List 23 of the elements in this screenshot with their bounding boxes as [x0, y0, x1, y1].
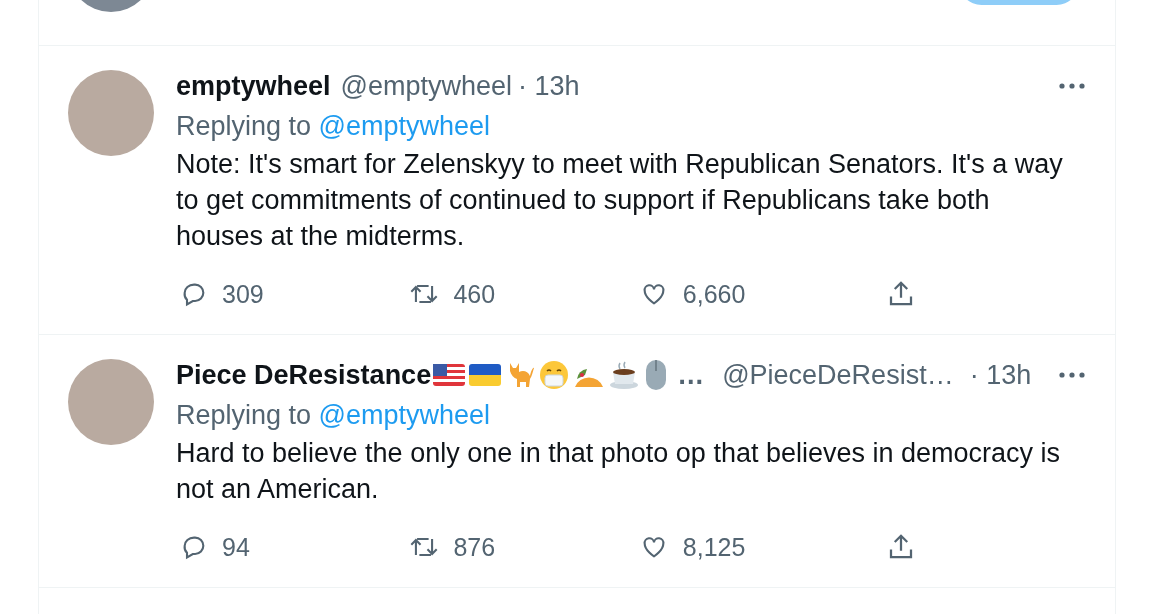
mouse-icon: [645, 359, 668, 391]
replying-label: Replying to: [176, 400, 312, 430]
display-name[interactable]: emptywheel: [176, 70, 331, 102]
display-name[interactable]: Piece DeResistance: [176, 359, 432, 391]
retweet-count: 876: [453, 532, 496, 562]
tweet-text: Hard to believe the only one in that photo op that believes in democracy is not an American.: [176, 437, 1062, 506]
tweet-time[interactable]: · 13h: [969, 359, 1032, 391]
flag-icon: [433, 364, 466, 386]
user-handle[interactable]: @PieceDeResist…: [722, 359, 954, 391]
reply-count: 309: [222, 279, 264, 309]
name-ellipsis: …: [677, 359, 705, 391]
reply-count: 94: [222, 532, 250, 562]
tweet-time[interactable]: · 13h: [518, 70, 580, 102]
user-handle[interactable]: @emptywheel: [340, 70, 513, 102]
like-count: 8,125: [682, 532, 746, 562]
tweet-text: Note: It's smart for Zelenskyy to meet with Republican Senators. It's a way to get commitments of continued to support if Republicans take both houses at the midterms.: [176, 148, 1064, 253]
replying-label: Replying to: [176, 111, 312, 141]
retweet-count: 460: [453, 279, 496, 309]
like-count: 6,660: [682, 279, 746, 309]
more-icon[interactable]: [1059, 372, 1085, 378]
flag-icon: [469, 364, 502, 386]
more-icon[interactable]: [1059, 83, 1085, 89]
face-with-mask-icon: [539, 360, 570, 390]
